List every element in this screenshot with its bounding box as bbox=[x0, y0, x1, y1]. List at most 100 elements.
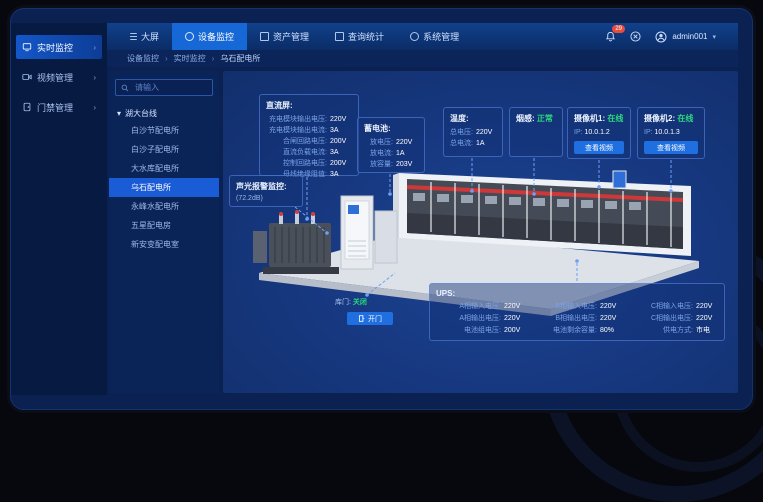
notification-badge: 29 bbox=[612, 25, 625, 33]
smoke-status: 正常 bbox=[537, 114, 553, 123]
tree-item-station[interactable]: 白沙节配电所 bbox=[115, 121, 213, 140]
data-row: C相输入电压:220V bbox=[628, 301, 718, 312]
data-row: 控制回路电压:200V bbox=[266, 158, 352, 169]
monitor-icon bbox=[185, 32, 194, 41]
panel-title: UPS: bbox=[436, 289, 718, 298]
topbar-tools: 29 admin001 ▾ bbox=[605, 23, 738, 50]
door-status: 关闭 bbox=[353, 299, 367, 306]
nav-system-settings[interactable]: 系统管理 bbox=[397, 23, 472, 50]
camera1-status: 在线 bbox=[607, 114, 623, 123]
app-window: 大屏 设备监控 资产管理 查询统计 系统管理 bbox=[10, 8, 753, 410]
smoke-sensor-panel: 烟感: 正常 bbox=[509, 107, 563, 157]
data-row: 供电方式:市电 bbox=[628, 325, 718, 336]
search-icon bbox=[121, 84, 129, 92]
ups-panel: UPS: A相输入电压:220V B相输入电压:220V C相输入电压:220V… bbox=[429, 283, 725, 341]
breadcrumb-item[interactable]: 设备监控 bbox=[127, 53, 159, 64]
door-status-line: 库门: 关闭 bbox=[335, 297, 405, 307]
realtime-monitor-icon bbox=[22, 42, 32, 52]
breadcrumb-separator: › bbox=[165, 54, 168, 63]
data-row: 放电压:220V bbox=[364, 137, 418, 148]
door-icon bbox=[22, 102, 32, 112]
panel-title: 温度: bbox=[450, 113, 496, 124]
data-row: 合闸回路电压:200V bbox=[266, 136, 352, 147]
chevron-right-icon: › bbox=[93, 43, 96, 52]
chevron-right-icon: › bbox=[93, 73, 96, 82]
sidebar-item-door-access[interactable]: 门禁管理 › bbox=[16, 95, 102, 119]
stats-icon bbox=[335, 32, 344, 41]
tree-item-station[interactable]: 五星配电房 bbox=[115, 216, 213, 235]
avatar-icon bbox=[655, 31, 667, 43]
chevron-down-icon: ▾ bbox=[712, 33, 716, 41]
nav-query-stats[interactable]: 查询统计 bbox=[322, 23, 397, 50]
open-door-button[interactable]: 开门 bbox=[347, 312, 393, 325]
ups-grid: A相输入电压:220V B相输入电压:220V C相输入电压:220V A相输出… bbox=[436, 301, 718, 336]
tree-item-station[interactable]: 大水库配电所 bbox=[115, 159, 213, 178]
battery-panel: 蓄电池: 放电压:220V 放电流:1A 放容量:203V bbox=[357, 117, 425, 173]
panel-title: 摄像机2: 在线 bbox=[644, 113, 698, 124]
breadcrumb-item[interactable]: 实时监控 bbox=[174, 53, 206, 64]
tree-root-node[interactable]: ▾ 湖大台线 bbox=[117, 108, 213, 119]
nav-dashboard[interactable]: 大屏 bbox=[117, 23, 172, 50]
nav-label: 大屏 bbox=[141, 30, 159, 43]
data-row: 充电模块输出电流:3A bbox=[266, 125, 352, 136]
data-row: 放容量:203V bbox=[364, 159, 418, 170]
user-menu[interactable]: admin001 ▾ bbox=[655, 31, 716, 43]
station-tree-panel: ▾ 湖大台线 白沙节配电所 白沙子配电所 大水库配电所 乌石配电所 永峰水配电所… bbox=[109, 71, 219, 393]
nav-assets[interactable]: 资产管理 bbox=[247, 23, 322, 50]
sidebar-item-realtime-monitor[interactable]: 实时监控 › bbox=[16, 35, 102, 59]
chevron-right-icon: › bbox=[93, 103, 96, 112]
tree-search bbox=[115, 79, 213, 96]
view-video-button[interactable]: 查看视频 bbox=[644, 141, 698, 154]
data-row: 充电模块输出电压:220V bbox=[266, 114, 352, 125]
tree-expand-icon: ▾ bbox=[117, 109, 121, 118]
data-row: C相输出电压:220V bbox=[628, 313, 718, 324]
sidebar-item-label: 视频管理 bbox=[37, 71, 73, 84]
nav-label: 查询统计 bbox=[348, 30, 384, 43]
open-door-icon bbox=[358, 315, 365, 322]
nav-label: 系统管理 bbox=[423, 30, 459, 43]
tree-item-station[interactable]: 新安变配电室 bbox=[115, 235, 213, 254]
nav-label: 设备监控 bbox=[198, 30, 234, 43]
camera1-ip: IP: 10.0.1.2 bbox=[574, 127, 624, 138]
view-video-button[interactable]: 查看视频 bbox=[574, 141, 624, 154]
tree-item-station[interactable]: 永峰水配电所 bbox=[115, 197, 213, 216]
video-camera-icon bbox=[22, 72, 32, 82]
dc-screen-panel: 直流屏: 充电模块输出电压:220V 充电模块输出电流:3A 合闸回路电压:20… bbox=[259, 94, 359, 176]
panel-title: 蓄电池: bbox=[364, 123, 418, 134]
data-row: B相输出电压:220V bbox=[532, 313, 622, 324]
data-row: 放电流:1A bbox=[364, 148, 418, 159]
panel-title: 直流屏: bbox=[266, 100, 352, 111]
data-row: B相输入电压:220V bbox=[532, 301, 622, 312]
gear-icon bbox=[410, 32, 419, 41]
sound-alarm-value: (72.2dB) bbox=[236, 195, 296, 202]
panel-title: 声光报警监控: bbox=[236, 181, 296, 192]
station-3d-view: 直流屏: 充电模块输出电压:220V 充电模块输出电流:3A 合闸回路电压:20… bbox=[223, 71, 738, 393]
sidebar-item-video-manage[interactable]: 视频管理 › bbox=[16, 65, 102, 89]
camera2-status: 在线 bbox=[677, 114, 693, 123]
sidebar-item-label: 门禁管理 bbox=[37, 101, 73, 114]
data-row: 直流负载电流:3A bbox=[266, 147, 352, 158]
main-nav: 大屏 设备监控 资产管理 查询统计 系统管理 bbox=[107, 23, 472, 50]
tree-item-station-selected[interactable]: 乌石配电所 bbox=[109, 178, 219, 197]
data-row: 总电流:1A bbox=[450, 138, 496, 149]
camera1-panel: 摄像机1: 在线 IP: 10.0.1.2 查看视频 bbox=[567, 107, 631, 159]
breadcrumb-separator: › bbox=[212, 54, 215, 63]
notification-bell[interactable]: 29 bbox=[605, 31, 616, 42]
nav-label: 资产管理 bbox=[273, 30, 309, 43]
breadcrumb: 设备监控 › 实时监控 › 乌石配电所 bbox=[107, 50, 738, 67]
data-row: 电池剩余容量:80% bbox=[532, 325, 622, 336]
tree-root-label: 湖大台线 bbox=[125, 108, 157, 119]
tree-item-station[interactable]: 白沙子配电所 bbox=[115, 140, 213, 159]
fullscreen-toggle[interactable] bbox=[630, 31, 641, 42]
sidebar-item-label: 实时监控 bbox=[37, 41, 73, 54]
sound-alarm-panel: 声光报警监控: (72.2dB) bbox=[229, 175, 303, 207]
camera2-panel: 摄像机2: 在线 IP: 10.0.1.3 查看视频 bbox=[637, 107, 705, 159]
menu-icon bbox=[130, 33, 137, 40]
camera2-ip: IP: 10.0.1.3 bbox=[644, 127, 698, 138]
data-row: A相输出电压:220V bbox=[436, 313, 526, 324]
data-row: 电池组电压:200V bbox=[436, 325, 526, 336]
search-input[interactable] bbox=[133, 82, 207, 93]
nav-device-monitor[interactable]: 设备监控 bbox=[172, 23, 247, 50]
panel-title: 摄像机1: 在线 bbox=[574, 113, 624, 124]
door-control-group: 库门: 关闭 开门 bbox=[335, 297, 405, 325]
